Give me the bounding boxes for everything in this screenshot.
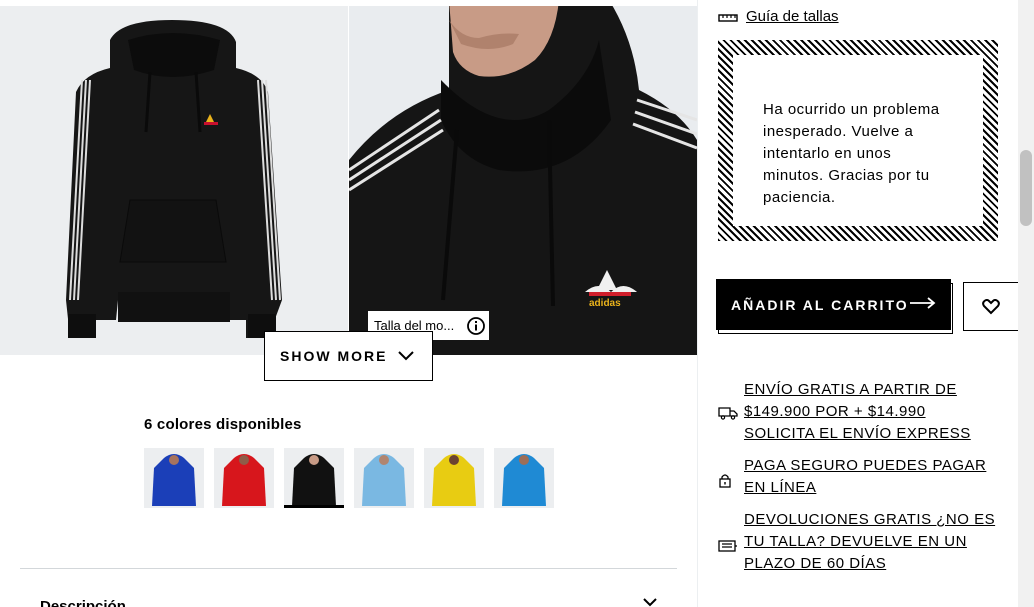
color-swatch-red[interactable] [214, 448, 274, 508]
page-scrollbar[interactable] [1018, 0, 1034, 607]
hoodie-thumbnail [222, 454, 266, 506]
color-swatch-sky-blue[interactable] [494, 448, 554, 508]
usp-free-shipping[interactable]: ENVÍO GRATIS A PARTIR DE $149.900 POR + … [718, 379, 999, 445]
arrow-right-icon [910, 297, 936, 309]
lock-icon [719, 474, 731, 488]
chevron-down-icon [398, 351, 414, 361]
color-swatch-yellow[interactable] [424, 448, 484, 508]
add-to-cart-button[interactable]: AÑADIR AL CARRITO [716, 279, 951, 330]
scrollbar-thumb[interactable] [1020, 150, 1032, 226]
description-accordion[interactable]: Descripción [40, 598, 126, 607]
color-swatch-black[interactable] [284, 448, 344, 508]
show-more-label: SHOW MORE [280, 348, 388, 364]
size-guide-link[interactable]: Guía de tallas [718, 8, 839, 25]
error-message-box: Ha ocurrido un problema inesperado. Vuel… [718, 40, 998, 241]
hoodie-thumbnail [292, 454, 336, 506]
ruler-icon [718, 13, 738, 22]
image-top-strip [349, 0, 697, 6]
hoodie-thumbnail [432, 454, 476, 506]
show-more-button[interactable]: SHOW MORE [264, 331, 433, 381]
heart-icon [982, 298, 1000, 314]
product-image-detail[interactable]: adidas [349, 0, 697, 355]
return-icon [718, 540, 737, 552]
hoodie-thumbnail [152, 454, 196, 506]
buy-panel: Guía de tallas Ha ocurrido un problema i… [697, 0, 1019, 607]
usp-secure-payment[interactable]: PAGA SEGURO PUEDES PAGAR EN LÍNEA [718, 455, 999, 499]
add-to-cart-label: AÑADIR AL CARRITO [731, 296, 909, 313]
product-gallery: adidas [0, 0, 697, 355]
product-image-front[interactable] [0, 0, 348, 355]
wishlist-button[interactable] [963, 282, 1019, 331]
hoodie-thumbnail [502, 454, 546, 506]
image-top-strip [0, 0, 348, 6]
gallery-divider [348, 0, 349, 355]
truck-icon [718, 407, 738, 420]
section-divider [20, 568, 677, 569]
error-message-text: Ha ocurrido un problema inesperado. Vuel… [733, 55, 983, 226]
usp-text: PAGA SEGURO PUEDES PAGAR EN LÍNEA [744, 457, 987, 496]
usp-text: DEVOLUCIONES GRATIS ¿NO ES TU TALLA? DEV… [744, 511, 996, 572]
info-icon[interactable] [466, 316, 486, 336]
hoodie-thumbnail [362, 454, 406, 506]
color-swatch-light-blue[interactable] [354, 448, 414, 508]
colors-available-title: 6 colores disponibles [144, 416, 302, 433]
size-guide-label: Guía de tallas [746, 8, 839, 25]
hoodie-closeup-image: adidas [349, 0, 697, 355]
hoodie-front-image [66, 0, 282, 338]
usp-free-returns[interactable]: DEVOLUCIONES GRATIS ¿NO ES TU TALLA? DEV… [718, 509, 999, 575]
usp-text: ENVÍO GRATIS A PARTIR DE $149.900 POR + … [744, 381, 971, 442]
color-swatches [144, 448, 554, 508]
color-swatch-blue[interactable] [144, 448, 204, 508]
chevron-down-icon[interactable] [643, 598, 657, 607]
svg-text:adidas: adidas [589, 298, 621, 309]
add-to-cart-wrapper: AÑADIR AL CARRITO [716, 279, 953, 334]
